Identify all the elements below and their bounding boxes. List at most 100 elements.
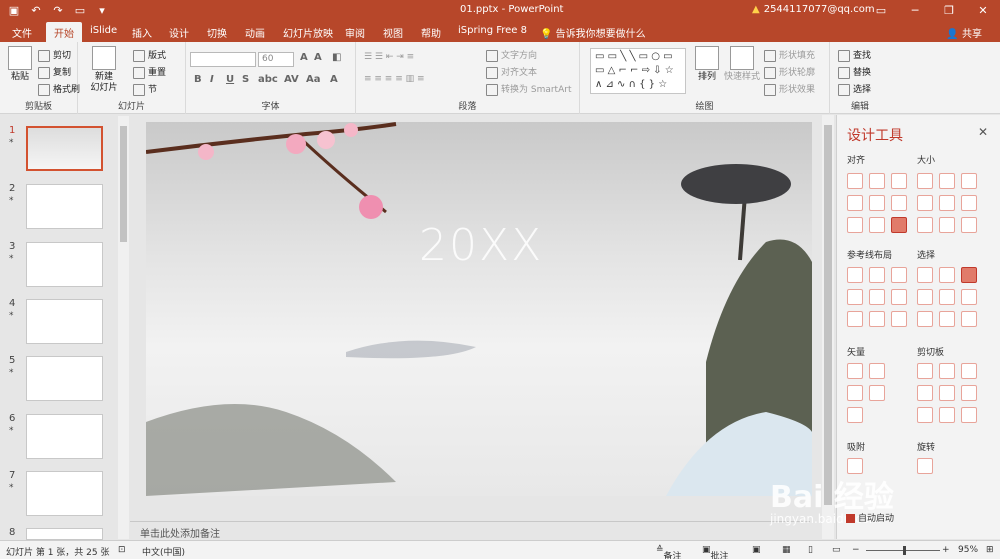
font-name-combo[interactable] — [190, 52, 256, 67]
design-tool-button[interactable] — [869, 289, 885, 305]
zoom-level[interactable]: 95% — [958, 545, 978, 555]
restore-button[interactable]: ❐ — [932, 0, 966, 22]
underline-icon[interactable]: U — [226, 74, 234, 85]
case-icon[interactable]: Aa — [306, 74, 321, 85]
design-tool-button[interactable] — [961, 407, 977, 423]
design-tool-button[interactable] — [891, 217, 907, 233]
clear-format-icon[interactable]: ◧ — [332, 52, 341, 63]
tab-slideshow[interactable]: 幻灯片放映 — [283, 25, 333, 40]
design-tool-button[interactable] — [917, 363, 933, 379]
design-tool-button[interactable] — [939, 385, 955, 401]
layout-button[interactable]: 版式 — [133, 48, 166, 62]
design-tool-button[interactable] — [939, 195, 955, 211]
shape-misc-icon[interactable]: ∧ ⊿ ∿ ∩ { } ☆ — [595, 79, 667, 90]
design-tool-button[interactable] — [847, 217, 863, 233]
tab-design[interactable]: 设计 — [169, 25, 189, 40]
replace-button[interactable]: 替换 — [838, 65, 871, 79]
sorter-view-icon[interactable]: ▦ — [782, 545, 791, 555]
smartart-button[interactable]: 转换为 SmartArt — [486, 82, 571, 96]
bold-icon[interactable]: B — [194, 74, 202, 85]
spellcheck-icon[interactable]: ⊡ — [118, 545, 126, 555]
design-tool-button[interactable] — [917, 173, 933, 189]
shapes-gallery[interactable]: ▭ ▭ ╲ ╲ ▭ ○ ▭ ▭ △ ⌐ ⌐ ⇨ ⇩ ☆ ∧ ⊿ ∿ ∩ { } … — [590, 48, 686, 94]
design-tool-button[interactable] — [847, 363, 863, 379]
design-tool-button[interactable] — [869, 173, 885, 189]
shape-outline-button[interactable]: 形状轮廓 — [764, 65, 815, 79]
font-color-icon[interactable]: A — [330, 74, 338, 85]
tab-animations[interactable]: 动画 — [245, 25, 265, 40]
design-tool-button[interactable] — [847, 289, 863, 305]
slide-thumbnail[interactable] — [26, 299, 103, 344]
minimize-button[interactable]: ─ — [898, 0, 932, 22]
notes-pane[interactable]: 单击此处添加备注 — [130, 521, 810, 540]
tab-view[interactable]: 视图 — [383, 25, 403, 40]
design-tool-button[interactable] — [891, 267, 907, 283]
design-tool-button[interactable] — [961, 195, 977, 211]
design-tool-button[interactable] — [961, 363, 977, 379]
tab-file[interactable]: 文件 — [12, 25, 32, 40]
bullets-icon[interactable]: ☰ ☰ ⇤ ⇥ ≡ — [364, 52, 414, 62]
italic-icon[interactable]: I — [210, 74, 214, 85]
customize-toolbar-icon[interactable]: ▾ — [94, 3, 110, 19]
format-painter-button[interactable]: 格式刷 — [38, 82, 80, 96]
design-tool-button[interactable] — [961, 217, 977, 233]
design-tool-button[interactable] — [869, 363, 885, 379]
design-tool-button[interactable] — [891, 289, 907, 305]
design-tool-button[interactable] — [917, 385, 933, 401]
design-tool-button[interactable] — [869, 195, 885, 211]
design-tool-button[interactable] — [961, 267, 977, 283]
design-tool-button[interactable] — [847, 407, 863, 423]
design-tool-button[interactable] — [869, 385, 885, 401]
design-tool-button[interactable] — [939, 173, 955, 189]
auto-start-checkbox[interactable]: 自动启动 — [846, 511, 894, 524]
decrease-font-icon[interactable]: A — [314, 52, 322, 63]
design-tool-button[interactable] — [917, 407, 933, 423]
design-tool-button[interactable] — [847, 311, 863, 327]
increase-font-icon[interactable]: A — [300, 52, 308, 63]
tab-help[interactable]: 帮助 — [421, 25, 441, 40]
ribbon-display-icon[interactable]: ▭ — [864, 0, 898, 22]
design-tool-button[interactable] — [847, 195, 863, 211]
account[interactable]: ▲ 2544117077@qq.com — [752, 4, 875, 15]
slideshow-view-icon[interactable]: ▭ — [832, 545, 841, 555]
design-tool-button[interactable] — [939, 289, 955, 305]
design-tool-button[interactable] — [847, 267, 863, 283]
tell-me-search[interactable]: 💡 告诉我你想要做什么 — [540, 25, 646, 40]
cut-button[interactable]: 剪切 — [38, 48, 71, 62]
tab-review[interactable]: 审阅 — [345, 25, 365, 40]
design-tool-button[interactable] — [917, 458, 933, 474]
shape-rect-icon[interactable]: ▭ ▭ ╲ ╲ ▭ ○ ▭ — [595, 51, 673, 62]
design-tool-button[interactable] — [961, 173, 977, 189]
design-tool-button[interactable] — [917, 217, 933, 233]
align-text-button[interactable]: 对齐文本 — [486, 65, 537, 79]
zoom-out-icon[interactable]: − — [852, 545, 860, 555]
close-button[interactable]: ✕ — [966, 0, 1000, 22]
share-button[interactable]: 👤 共享 — [946, 25, 982, 40]
redo-icon[interactable]: ↷ — [50, 3, 66, 19]
design-tool-button[interactable] — [939, 217, 955, 233]
tab-ispring[interactable]: iSpring Free 8 — [458, 25, 527, 36]
design-tool-button[interactable] — [847, 385, 863, 401]
tab-insert[interactable]: 插入 — [132, 25, 152, 40]
copy-button[interactable]: 复制 — [38, 65, 71, 79]
design-tool-button[interactable] — [891, 173, 907, 189]
spacing-icon[interactable]: AV — [284, 74, 299, 85]
design-tool-button[interactable] — [869, 311, 885, 327]
tab-transitions[interactable]: 切换 — [207, 25, 227, 40]
design-tool-button[interactable] — [939, 407, 955, 423]
language[interactable]: 中文(中国) — [142, 545, 185, 558]
find-button[interactable]: 查找 — [838, 48, 871, 62]
design-tool-button[interactable] — [869, 217, 885, 233]
slide-title[interactable]: 20XX — [419, 220, 543, 271]
shape-effect-button[interactable]: 形状效果 — [764, 82, 815, 96]
design-tool-button[interactable] — [891, 195, 907, 211]
design-tool-button[interactable] — [939, 267, 955, 283]
strike-icon[interactable]: abc — [258, 74, 278, 85]
slide-thumbnail[interactable] — [26, 528, 103, 540]
reading-view-icon[interactable]: ▯ — [808, 545, 813, 555]
current-slide[interactable]: 20XX — [146, 122, 812, 496]
comments-button[interactable]: ▣ 批注 — [702, 545, 729, 559]
undo-icon[interactable]: ↶ — [28, 3, 44, 19]
close-icon[interactable]: ✕ — [978, 125, 988, 139]
quick-styles-button[interactable]: 快速样式 — [722, 46, 762, 83]
